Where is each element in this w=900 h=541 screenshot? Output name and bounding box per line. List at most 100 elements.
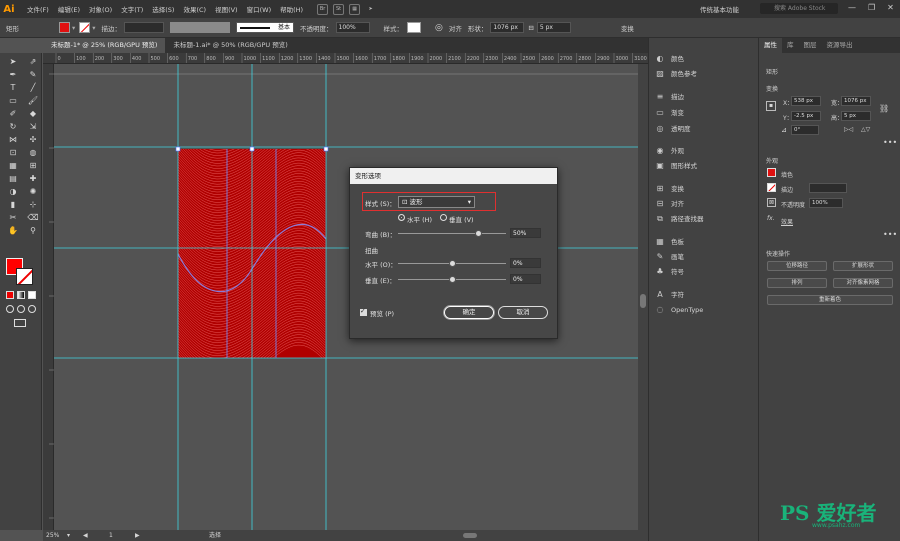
gradient-tool-icon[interactable]: ▤ xyxy=(7,174,19,183)
horizontal-scrollbar-thumb[interactable] xyxy=(463,533,477,538)
rectangle-tool-icon[interactable]: ▭ xyxy=(7,96,19,105)
drawing-modes-icon[interactable] xyxy=(6,305,36,313)
shape-radius-field[interactable]: 5 px xyxy=(536,22,571,33)
minimize-button[interactable]: — xyxy=(848,3,856,12)
link-icon[interactable]: ⊟ xyxy=(528,24,533,32)
arrange-button[interactable]: 排列 xyxy=(767,278,827,288)
panel-opentype[interactable]: ◌ OpenType xyxy=(655,305,704,314)
symbol-sprayer-tool-icon[interactable]: ✺ xyxy=(27,187,39,196)
shaper-tool-icon[interactable]: ✐ xyxy=(7,109,19,118)
vertical-radio[interactable] xyxy=(440,214,447,221)
tab-document-1[interactable]: 未标题-1* @ 25% (RGB/GPU 预览) xyxy=(43,38,166,53)
direct-selection-tool-icon[interactable]: ⇗ xyxy=(27,57,39,66)
more-options-icon[interactable]: ••• xyxy=(883,230,897,239)
perspective-grid-tool-icon[interactable]: ▦ xyxy=(7,161,19,170)
free-transform-tool-icon[interactable]: ⊡ xyxy=(7,148,19,157)
cancel-button[interactable]: 取消 xyxy=(498,306,548,319)
y-field[interactable]: -2.5 px xyxy=(791,111,821,121)
stock-search-input[interactable]: 搜索 Adobe Stock xyxy=(760,3,838,14)
stroke-weight-field[interactable] xyxy=(124,22,165,33)
ok-button[interactable]: 确定 xyxy=(444,306,494,319)
selection-tool-icon[interactable]: ➤ xyxy=(7,57,19,66)
bridge-icon[interactable]: Br xyxy=(317,3,329,15)
horizontal-radio[interactable] xyxy=(398,214,405,221)
width-tool-icon[interactable]: ⋈ xyxy=(7,135,19,144)
warp-tool-icon[interactable]: ✣ xyxy=(27,135,39,144)
maximize-button[interactable]: ❐ xyxy=(868,3,875,12)
panel-brushes[interactable]: ✎ 画笔 xyxy=(655,251,684,262)
zoom-tool-icon[interactable]: ⚲ xyxy=(27,226,39,235)
artboard-prev-icon[interactable]: ◀ xyxy=(83,530,88,541)
chevron-down-icon[interactable]: ▾ xyxy=(72,24,75,32)
artboard-number-field[interactable]: 1 xyxy=(109,530,113,541)
distort-v-slider-knob[interactable] xyxy=(449,276,456,283)
type-tool-icon[interactable]: T xyxy=(7,83,19,92)
line-tool-icon[interactable]: ╱ xyxy=(27,83,39,92)
fill-swatch[interactable] xyxy=(59,22,70,33)
variable-width-field[interactable] xyxy=(170,22,231,33)
panel-transform[interactable]: ⊞ 变换 xyxy=(655,183,684,194)
hand-tool-icon[interactable]: ✋ xyxy=(7,226,19,235)
pen-tool-icon[interactable]: ✒ xyxy=(7,70,19,79)
graphic-style-swatch[interactable] xyxy=(407,22,422,33)
menu-type[interactable]: 文字(T) xyxy=(121,4,143,14)
panel-transparency[interactable]: ◎ 透明度 xyxy=(655,123,691,134)
opacity-field[interactable]: 100% xyxy=(335,22,370,33)
close-button[interactable]: ✕ xyxy=(887,3,894,12)
shape-width-field[interactable]: 1076 px xyxy=(490,22,525,33)
preview-checkbox[interactable]: ✓ xyxy=(360,307,367,316)
recolor-icon[interactable]: ◎ xyxy=(435,23,443,33)
rotate-tool-icon[interactable]: ↻ xyxy=(7,122,19,131)
constrain-proportions-icon[interactable]: ⛓ xyxy=(879,104,889,113)
shape-builder-tool-icon[interactable]: ◍ xyxy=(27,148,39,157)
stroke-swatch-panel[interactable] xyxy=(767,183,776,192)
menu-file[interactable]: 文件(F) xyxy=(27,4,49,14)
width-field[interactable]: 1076 px xyxy=(841,96,871,106)
chevron-down-icon[interactable]: ▾ xyxy=(67,530,70,541)
style-select[interactable]: ⊡ 波形 ▾ xyxy=(398,196,475,208)
menu-window[interactable]: 窗口(W) xyxy=(247,4,272,14)
tab-asset-export[interactable]: 资源导出 xyxy=(822,38,858,53)
menu-help[interactable]: 帮助(H) xyxy=(280,4,303,14)
bend-slider-track[interactable] xyxy=(398,233,506,234)
transform-label[interactable]: 变换 xyxy=(621,23,634,33)
arrange-documents-icon[interactable]: ▦ xyxy=(349,3,361,15)
distort-v-value-field[interactable]: 0% xyxy=(510,274,541,284)
align-pixel-grid-button[interactable]: 对齐像素网格 xyxy=(833,278,893,288)
scrollbar-thumb[interactable] xyxy=(640,294,646,308)
screen-mode-icon[interactable] xyxy=(14,319,26,327)
menu-effect[interactable]: 效果(C) xyxy=(183,4,206,14)
stroke-swatch[interactable] xyxy=(79,22,91,33)
scale-tool-icon[interactable]: ⇲ xyxy=(27,122,39,131)
zoom-field[interactable]: 25% xyxy=(46,530,59,541)
fill-swatch-panel[interactable] xyxy=(767,168,776,177)
eraser-alt-tool-icon[interactable]: ⌫ xyxy=(27,213,39,222)
panel-appearance[interactable]: ◉ 外观 xyxy=(655,145,685,156)
flip-vertical-icon[interactable]: △▽ xyxy=(861,126,870,133)
opacity-panel-field[interactable]: 100% xyxy=(809,198,843,208)
bend-value-field[interactable]: 50% xyxy=(510,228,541,238)
color-mode-buttons[interactable] xyxy=(6,291,36,299)
panel-align[interactable]: ⊟ 对齐 xyxy=(655,198,684,209)
stroke-color-indicator[interactable] xyxy=(16,268,33,285)
panel-color[interactable]: ◐ 颜色 xyxy=(655,53,685,64)
blend-tool-icon[interactable]: ◑ xyxy=(7,187,19,196)
distort-h-value-field[interactable]: 0% xyxy=(510,258,541,268)
menu-select[interactable]: 选择(S) xyxy=(152,4,174,14)
menu-view[interactable]: 视图(V) xyxy=(215,4,238,14)
panel-character[interactable]: A 字符 xyxy=(655,289,684,300)
flip-horizontal-icon[interactable]: ▷◁ xyxy=(844,126,853,133)
panel-graphic-styles[interactable]: ▣ 图形样式 xyxy=(655,160,697,171)
slice-tool-icon[interactable]: ✂ xyxy=(7,213,19,222)
panel-color-guide[interactable]: ▨ 颜色参考 xyxy=(655,68,697,79)
brush-preset-field[interactable]: 基本 xyxy=(236,22,295,33)
column-graph-tool-icon[interactable]: ▮ xyxy=(7,200,19,209)
tab-document-2[interactable]: 未标题-1.ai* @ 50% (RGB/GPU 预览) xyxy=(165,38,295,53)
stroke-weight-panel-field[interactable] xyxy=(809,183,847,193)
height-field[interactable]: 5 px xyxy=(841,111,871,121)
eraser-tool-icon[interactable]: ◆ xyxy=(27,109,39,118)
panel-stroke[interactable]: ≡ 描边 xyxy=(655,91,684,102)
artboard-next-icon[interactable]: ▶ xyxy=(135,530,140,541)
effect-link[interactable]: 效果 xyxy=(781,217,793,226)
distort-h-slider-knob[interactable] xyxy=(449,260,456,267)
